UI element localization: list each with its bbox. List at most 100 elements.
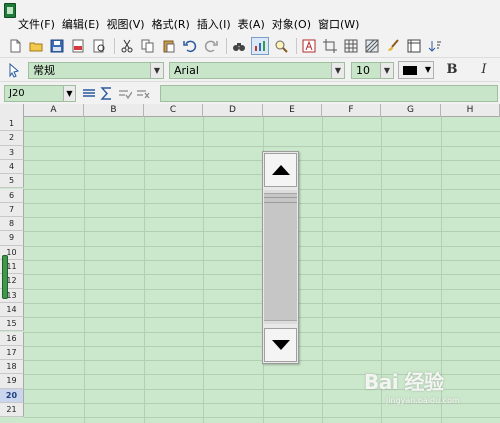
- row-header[interactable]: 16: [0, 331, 24, 346]
- chevron-down-icon[interactable]: ▼: [380, 63, 393, 78]
- cell-name-box[interactable]: J20 ▼: [4, 85, 76, 102]
- font-color-button[interactable]: ▼: [398, 61, 434, 79]
- zoom-icon[interactable]: [272, 37, 290, 55]
- select-all-corner[interactable]: [0, 104, 24, 117]
- column-header-row: A B C D E F G H: [0, 104, 500, 117]
- paste-icon[interactable]: [160, 37, 178, 55]
- row-header[interactable]: 6: [0, 188, 24, 203]
- menu-object[interactable]: 对象(O): [272, 18, 318, 32]
- standard-toolbar: [0, 34, 500, 58]
- formula-input[interactable]: [160, 85, 498, 102]
- row-header[interactable]: 3: [0, 145, 24, 160]
- font-color-swatch: [403, 66, 417, 75]
- column-header[interactable]: F: [322, 104, 381, 117]
- chevron-down-icon[interactable]: ▼: [331, 63, 344, 78]
- toolbar-separator: [114, 37, 115, 54]
- row-header[interactable]: 14: [0, 302, 24, 318]
- brush-icon[interactable]: [384, 37, 402, 55]
- row-header[interactable]: 19: [0, 374, 24, 389]
- chevron-down-icon[interactable]: ▼: [63, 86, 75, 101]
- grid-line: [24, 131, 500, 133]
- chevron-down-icon[interactable]: ▼: [425, 65, 431, 74]
- grid-line: [322, 117, 323, 423]
- row-header[interactable]: 5: [0, 174, 24, 189]
- select-pointer-icon[interactable]: [6, 62, 22, 78]
- row-header[interactable]: 8: [0, 217, 24, 232]
- pattern-icon[interactable]: [363, 37, 381, 55]
- sort-icon[interactable]: [426, 37, 444, 55]
- chevron-down-icon[interactable]: ▼: [150, 63, 163, 78]
- chart-icon[interactable]: [251, 36, 269, 55]
- grid-line: [203, 117, 204, 423]
- function-wizard-icon[interactable]: [82, 87, 96, 100]
- column-header[interactable]: H: [441, 104, 500, 117]
- row-header[interactable]: 4: [0, 159, 24, 175]
- column-header[interactable]: B: [84, 104, 144, 117]
- scroll-thumb[interactable]: [264, 193, 297, 321]
- export-pdf-icon[interactable]: [69, 37, 87, 55]
- watermark-main: Bai 经验: [364, 370, 444, 394]
- row-header[interactable]: 9: [0, 231, 24, 246]
- undo-icon[interactable]: [181, 37, 199, 55]
- toolbar-separator: [296, 37, 297, 54]
- italic-button[interactable]: I: [476, 62, 492, 78]
- text-icon[interactable]: [300, 37, 318, 55]
- grid-line: [144, 117, 145, 423]
- scroll-down-button[interactable]: [264, 328, 297, 362]
- binoculars-icon[interactable]: [230, 37, 248, 55]
- cut-icon[interactable]: [118, 37, 136, 55]
- column-header[interactable]: D: [203, 104, 263, 117]
- grid-icon[interactable]: [342, 37, 360, 55]
- row-header[interactable]: 21: [0, 403, 24, 418]
- watermark-sub: jingyan.baidu.com: [386, 396, 460, 405]
- row-header[interactable]: 17: [0, 345, 24, 361]
- triangle-down-icon: [271, 340, 290, 350]
- cell-reference: J20: [9, 88, 25, 99]
- triangle-up-icon: [271, 165, 290, 175]
- column-header[interactable]: A: [24, 104, 84, 117]
- formula-bar: J20 ▼: [0, 82, 500, 104]
- new-document-icon[interactable]: [6, 37, 24, 55]
- column-header[interactable]: C: [144, 104, 203, 117]
- scroll-up-button[interactable]: [264, 153, 297, 187]
- menu-view[interactable]: 视图(V): [106, 18, 151, 32]
- column-header[interactable]: E: [263, 104, 322, 117]
- cancel-icon[interactable]: [136, 87, 150, 100]
- menu-file[interactable]: 文件(F): [18, 18, 62, 32]
- formatting-toolbar: 常规 ▼ Arial ▼ 10 ▼ ▼ B I: [0, 58, 500, 82]
- scrollbar-control[interactable]: [262, 151, 299, 364]
- table-frame-icon[interactable]: [405, 37, 423, 55]
- font-size-select[interactable]: 10 ▼: [351, 62, 394, 79]
- save-icon[interactable]: [48, 37, 66, 55]
- copy-icon[interactable]: [139, 37, 157, 55]
- font-select[interactable]: Arial ▼: [169, 62, 345, 79]
- menu-insert[interactable]: 插入(I): [197, 18, 238, 32]
- row-split-handle[interactable]: [2, 255, 8, 299]
- menu-list: 文件(F) 编辑(E) 视图(V) 格式(R) 插入(I) 表(A) 对象(O)…: [6, 18, 366, 32]
- bold-button[interactable]: B: [444, 62, 460, 78]
- row-header[interactable]: 1: [0, 117, 24, 132]
- menu-bar: 文件(F) 编辑(E) 视图(V) 格式(R) 插入(I) 表(A) 对象(O)…: [0, 0, 500, 34]
- sum-icon[interactable]: [100, 87, 114, 100]
- app-logo-icon: [4, 3, 16, 18]
- crop-icon[interactable]: [321, 37, 339, 55]
- print-preview-icon[interactable]: [90, 37, 108, 55]
- font-select-value: Arial: [174, 64, 199, 77]
- column-header[interactable]: G: [381, 104, 441, 117]
- row-header[interactable]: 2: [0, 131, 24, 146]
- menu-window[interactable]: 窗口(W): [318, 18, 366, 32]
- baidu-watermark: Bai 经验 jingyan.baidu.com: [364, 364, 494, 414]
- row-header[interactable]: 7: [0, 202, 24, 218]
- menu-format[interactable]: 格式(R): [152, 18, 197, 32]
- row-header[interactable]: 18: [0, 360, 24, 375]
- row-header-selected[interactable]: 20: [0, 388, 24, 403]
- grid-line: [84, 117, 85, 423]
- row-header[interactable]: 15: [0, 317, 24, 332]
- open-folder-icon[interactable]: [27, 37, 45, 55]
- style-select[interactable]: 常规 ▼: [28, 62, 164, 79]
- menu-edit[interactable]: 编辑(E): [62, 18, 107, 32]
- menu-table[interactable]: 表(A): [238, 18, 272, 32]
- redo-icon[interactable]: [202, 37, 220, 55]
- scroll-track[interactable]: [264, 190, 297, 324]
- accept-icon[interactable]: [118, 87, 133, 100]
